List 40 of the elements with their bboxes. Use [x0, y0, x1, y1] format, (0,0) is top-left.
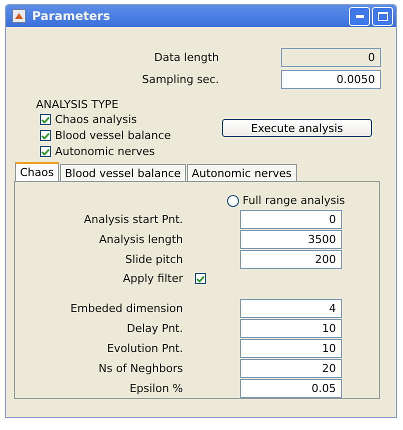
window-title: Parameters	[32, 9, 112, 23]
section-heading: ANALYSIS TYPE	[36, 98, 120, 111]
field-label: Epsilon %	[128, 382, 183, 395]
radio-label: Full range analysis	[242, 194, 345, 207]
number-field[interactable]: 10	[240, 319, 342, 338]
checkbox[interactable]	[195, 273, 206, 284]
tab[interactable]: Blood vessel balance	[60, 164, 186, 181]
tab[interactable]: Chaos	[15, 162, 59, 181]
maximize-button[interactable]	[372, 6, 393, 26]
field-label: Slide pitch	[124, 253, 183, 266]
field-label: Evolution Pnt.	[106, 342, 183, 355]
checkbox[interactable]	[40, 146, 51, 157]
checkbox-label: Blood vessel balance	[55, 129, 171, 142]
maximize-icon	[378, 12, 388, 20]
checkbox[interactable]	[40, 130, 51, 141]
minimize-icon	[356, 14, 364, 18]
field-label: Data length	[153, 51, 219, 64]
field-label: Embeded dimension	[69, 302, 183, 315]
checkbox-label: Chaos analysis	[55, 113, 137, 126]
number-field[interactable]: 0.05	[240, 379, 342, 398]
number-field[interactable]: 4	[240, 299, 342, 318]
field-label: Analysis start Pnt.	[82, 213, 183, 226]
number-field[interactable]: 200	[240, 250, 342, 269]
minimize-button[interactable]	[349, 6, 370, 26]
checkbox-label: Autonomic nerves	[55, 145, 155, 158]
number-field[interactable]: 20	[240, 359, 342, 378]
number-field[interactable]: 0	[240, 210, 342, 229]
field-label: Sampling sec.	[140, 73, 219, 86]
radio-button[interactable]	[226, 194, 239, 206]
field-label: Ns of Neghbors	[98, 362, 183, 375]
checkbox[interactable]	[40, 114, 51, 125]
number-field[interactable]: 10	[240, 339, 342, 358]
execute-button[interactable]: Execute analysis	[222, 119, 372, 137]
field-label: Delay Pnt.	[126, 322, 183, 335]
tab[interactable]: Autonomic nerves	[186, 164, 297, 181]
number-field[interactable]: 0.0050	[281, 70, 381, 89]
number-field[interactable]: 3500	[240, 230, 342, 249]
app-icon	[12, 9, 26, 23]
field-label: Apply filter	[122, 272, 183, 285]
field-label: Analysis length	[98, 233, 183, 246]
